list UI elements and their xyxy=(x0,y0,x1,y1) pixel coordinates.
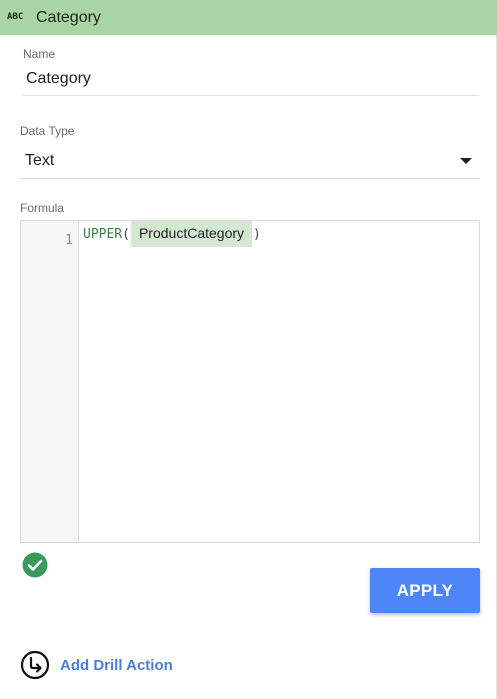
dropdown-caret-icon xyxy=(460,158,472,164)
line-gutter: 1 xyxy=(21,221,79,542)
drill-arrow-icon xyxy=(20,650,50,680)
formula-open-paren: ( xyxy=(122,226,130,242)
field-editor-panel: ABC Category Name Data Type Text Formula… xyxy=(0,0,497,699)
name-input[interactable] xyxy=(23,62,479,96)
field-title: Category xyxy=(36,9,101,26)
add-drill-action-link[interactable]: Add Drill Action xyxy=(20,650,173,680)
data-type-value: Text xyxy=(25,152,55,169)
field-header: ABC Category xyxy=(0,0,497,35)
check-circle-icon xyxy=(22,552,48,578)
formula-close-paren: ) xyxy=(253,226,261,242)
line-number: 1 xyxy=(65,233,73,248)
field-chip-productcategory[interactable]: ProductCategory xyxy=(130,221,253,247)
apply-button[interactable]: APPLY xyxy=(370,568,480,613)
text-type-icon: ABC xyxy=(7,12,24,22)
formula-function: UPPER xyxy=(83,226,123,242)
data-type-select[interactable]: Text xyxy=(20,143,480,179)
formula-label: Formula xyxy=(20,201,65,215)
name-label: Name xyxy=(23,47,56,61)
formula-code-line[interactable]: UPPER(ProductCategory) xyxy=(83,221,261,247)
data-type-label: Data Type xyxy=(20,124,75,138)
add-drill-action-label: Add Drill Action xyxy=(60,656,173,674)
formula-editor[interactable]: 1 UPPER(ProductCategory) xyxy=(20,220,480,543)
